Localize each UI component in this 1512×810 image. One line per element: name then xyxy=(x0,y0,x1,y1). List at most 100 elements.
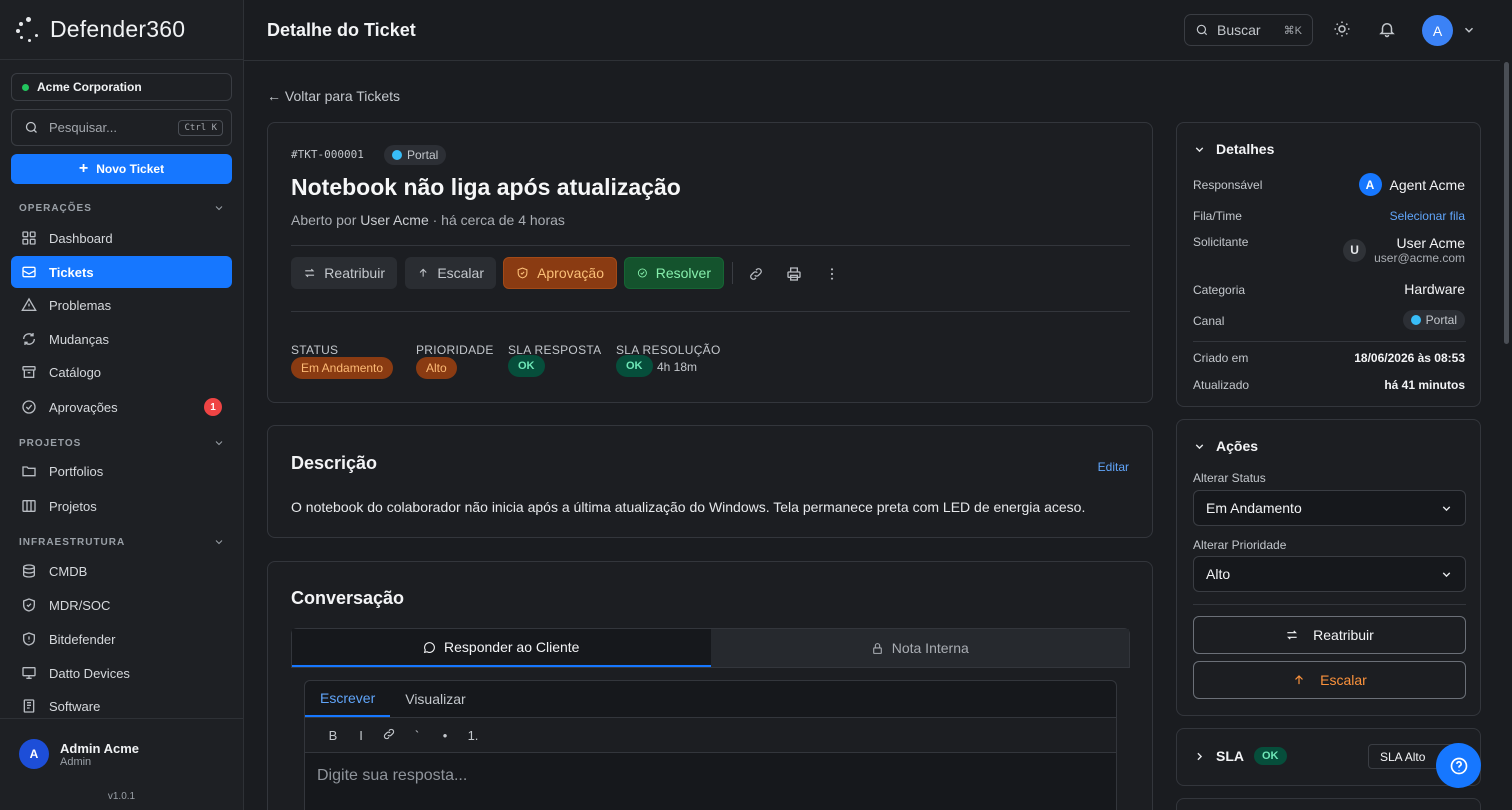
sidebar-item-tickets[interactable]: Tickets xyxy=(11,256,232,288)
approval-button[interactable]: Aprovação xyxy=(503,257,617,289)
reassign-label: Reatribuir xyxy=(1313,627,1374,643)
sidebar-item-problemas[interactable]: Problemas xyxy=(11,289,232,321)
escalate-button[interactable]: Escalar xyxy=(405,257,496,289)
sidebar-item-label: Aprovações xyxy=(49,399,118,415)
opened-time: · há cerca de 4 horas xyxy=(432,212,565,228)
conversation-card: Conversação Responder ao Cliente Nota In… xyxy=(267,561,1153,810)
escalate-button[interactable]: Escalar xyxy=(1193,661,1466,699)
more-vertical-icon[interactable] xyxy=(824,266,840,282)
assignee-label: Responsável xyxy=(1193,178,1263,192)
org-status-dot xyxy=(22,83,29,91)
chevron-down-icon[interactable] xyxy=(1462,23,1476,37)
sidebar-item-datto-devices[interactable]: Datto Devices xyxy=(11,657,232,689)
requester[interactable]: U User Acme user@acme.com xyxy=(1343,235,1465,265)
folder-icon xyxy=(22,466,36,477)
ticket-title: Notebook não liga após atualização xyxy=(291,174,681,200)
status-select[interactable]: Em Andamento xyxy=(1193,490,1466,526)
priority-select[interactable]: Alto xyxy=(1193,556,1466,592)
org-switcher[interactable]: Acme Corporation xyxy=(11,73,232,101)
divider xyxy=(291,245,1130,246)
sidebar-item-portfolios[interactable]: Portfolios xyxy=(11,455,232,487)
plus-icon: + xyxy=(78,160,89,177)
shield-icon xyxy=(23,598,35,612)
italic-button[interactable]: I xyxy=(347,728,375,743)
section-projetos[interactable]: PROJETOS xyxy=(19,437,225,449)
scrollbar-thumb[interactable] xyxy=(1504,62,1509,344)
status-badge: Em Andamento xyxy=(291,357,394,379)
swap-icon xyxy=(1287,630,1298,640)
priority-select-value: Alto xyxy=(1206,566,1231,582)
channel-badge: Portal xyxy=(384,145,447,165)
sidebar-search[interactable]: Pesquisar... Ctrl K xyxy=(11,109,232,146)
tab-preview[interactable]: Visualizar xyxy=(390,681,480,717)
chevron-down-icon xyxy=(1442,571,1451,577)
code-button[interactable]: ` xyxy=(403,728,431,743)
search-shortcut: ⌘K xyxy=(1283,24,1302,37)
tab-internal-note[interactable]: Nota Interna xyxy=(710,629,1129,667)
numbered-list-button[interactable]: 1. xyxy=(459,728,487,743)
edit-description-link[interactable]: Editar xyxy=(1098,460,1129,474)
bullet-list-button[interactable]: • xyxy=(431,728,459,743)
bell-icon[interactable] xyxy=(1378,20,1396,38)
created-value: 18/06/2026 às 08:53 xyxy=(1354,351,1465,365)
shield-check-icon xyxy=(517,267,528,279)
section-operacoes[interactable]: OPERAÇÕES xyxy=(19,202,225,214)
section-label: OPERAÇÕES xyxy=(19,202,92,214)
sidebar-item-cmdb[interactable]: CMDB xyxy=(11,555,232,587)
assignee[interactable]: A Agent Acme xyxy=(1358,173,1465,196)
actions-header[interactable]: Ações xyxy=(1193,438,1258,454)
select-queue-link[interactable]: Selecionar fila xyxy=(1390,209,1465,223)
swap-icon xyxy=(304,268,315,278)
sidebar-search-input[interactable]: Pesquisar... xyxy=(49,120,117,135)
sidebar-item-label: Dashboard xyxy=(49,230,113,246)
help-button[interactable] xyxy=(1436,743,1481,788)
resolve-button[interactable]: Resolver xyxy=(624,257,724,289)
sidebar-item-dashboard[interactable]: Dashboard xyxy=(11,222,232,254)
user-profile[interactable]: A Admin Acme Admin v1.0.1 xyxy=(0,718,243,810)
reassign-button[interactable]: Reatribuir xyxy=(291,257,397,289)
description-title: Descrição xyxy=(291,453,378,473)
printer-icon[interactable] xyxy=(786,266,802,282)
topbar: Detalhe do Ticket Buscar ⌘K A xyxy=(244,0,1512,61)
sun-icon[interactable] xyxy=(1333,20,1351,38)
ticket-id: #TKT-000001 xyxy=(291,148,364,161)
brand[interactable]: Defender360 xyxy=(0,0,243,60)
reassign-button[interactable]: Reatribuir xyxy=(1193,616,1466,654)
archive-icon xyxy=(22,366,36,378)
link-button[interactable] xyxy=(375,727,403,744)
page-scrollbar[interactable] xyxy=(1500,60,1512,810)
new-ticket-button[interactable]: + Novo Ticket xyxy=(11,154,232,184)
sla-panel: SLA OK SLA Alto xyxy=(1176,728,1481,786)
section-infraestrutura[interactable]: INFRAESTRUTURA xyxy=(19,536,225,548)
toolbar-separator xyxy=(732,262,733,284)
details-header[interactable]: Detalhes xyxy=(1193,141,1274,157)
opened-by[interactable]: User Acme xyxy=(360,212,428,228)
reply-textarea[interactable]: Digite sua resposta... xyxy=(305,753,1116,799)
sidebar-item-label: Catálogo xyxy=(49,364,102,380)
sidebar-item-mdr-soc[interactable]: MDR/SOC xyxy=(11,589,232,621)
sidebar-item-bitdefender[interactable]: Bitdefender xyxy=(11,623,232,655)
global-search-button[interactable]: Buscar ⌘K xyxy=(1184,14,1313,46)
sidebar-item-projetos[interactable]: Projetos xyxy=(11,490,232,522)
bold-button[interactable]: B xyxy=(319,728,347,743)
tab-reply-client[interactable]: Responder ao Cliente xyxy=(292,629,711,667)
escalate-label: Escalar xyxy=(1320,672,1367,688)
actions-panel: Ações Alterar Status Em Andamento Altera… xyxy=(1176,419,1481,716)
logo-icon xyxy=(16,16,42,43)
tab-write[interactable]: Escrever xyxy=(305,681,391,717)
sidebar-item-catalogo[interactable]: Catálogo xyxy=(11,356,232,388)
sidebar-item-aprovacoes[interactable]: Aprovações 1 xyxy=(11,391,232,423)
database-icon xyxy=(23,564,35,578)
category-value: Hardware xyxy=(1404,281,1465,297)
sla-header[interactable]: SLA OK xyxy=(1193,747,1287,765)
package-icon xyxy=(23,699,35,713)
user-menu-avatar[interactable]: A xyxy=(1422,15,1453,46)
change-priority-label: Alterar Prioridade xyxy=(1193,538,1287,552)
avatar: A xyxy=(1358,173,1382,196)
sidebar-item-label: Problemas xyxy=(49,297,112,313)
link-icon[interactable] xyxy=(748,266,764,282)
section-label: PROJETOS xyxy=(19,437,82,449)
sidebar-item-mudancas[interactable]: Mudanças xyxy=(11,323,232,355)
app-version: v1.0.1 xyxy=(107,791,136,802)
back-to-tickets-link[interactable]: ← Voltar para Tickets xyxy=(267,88,400,104)
